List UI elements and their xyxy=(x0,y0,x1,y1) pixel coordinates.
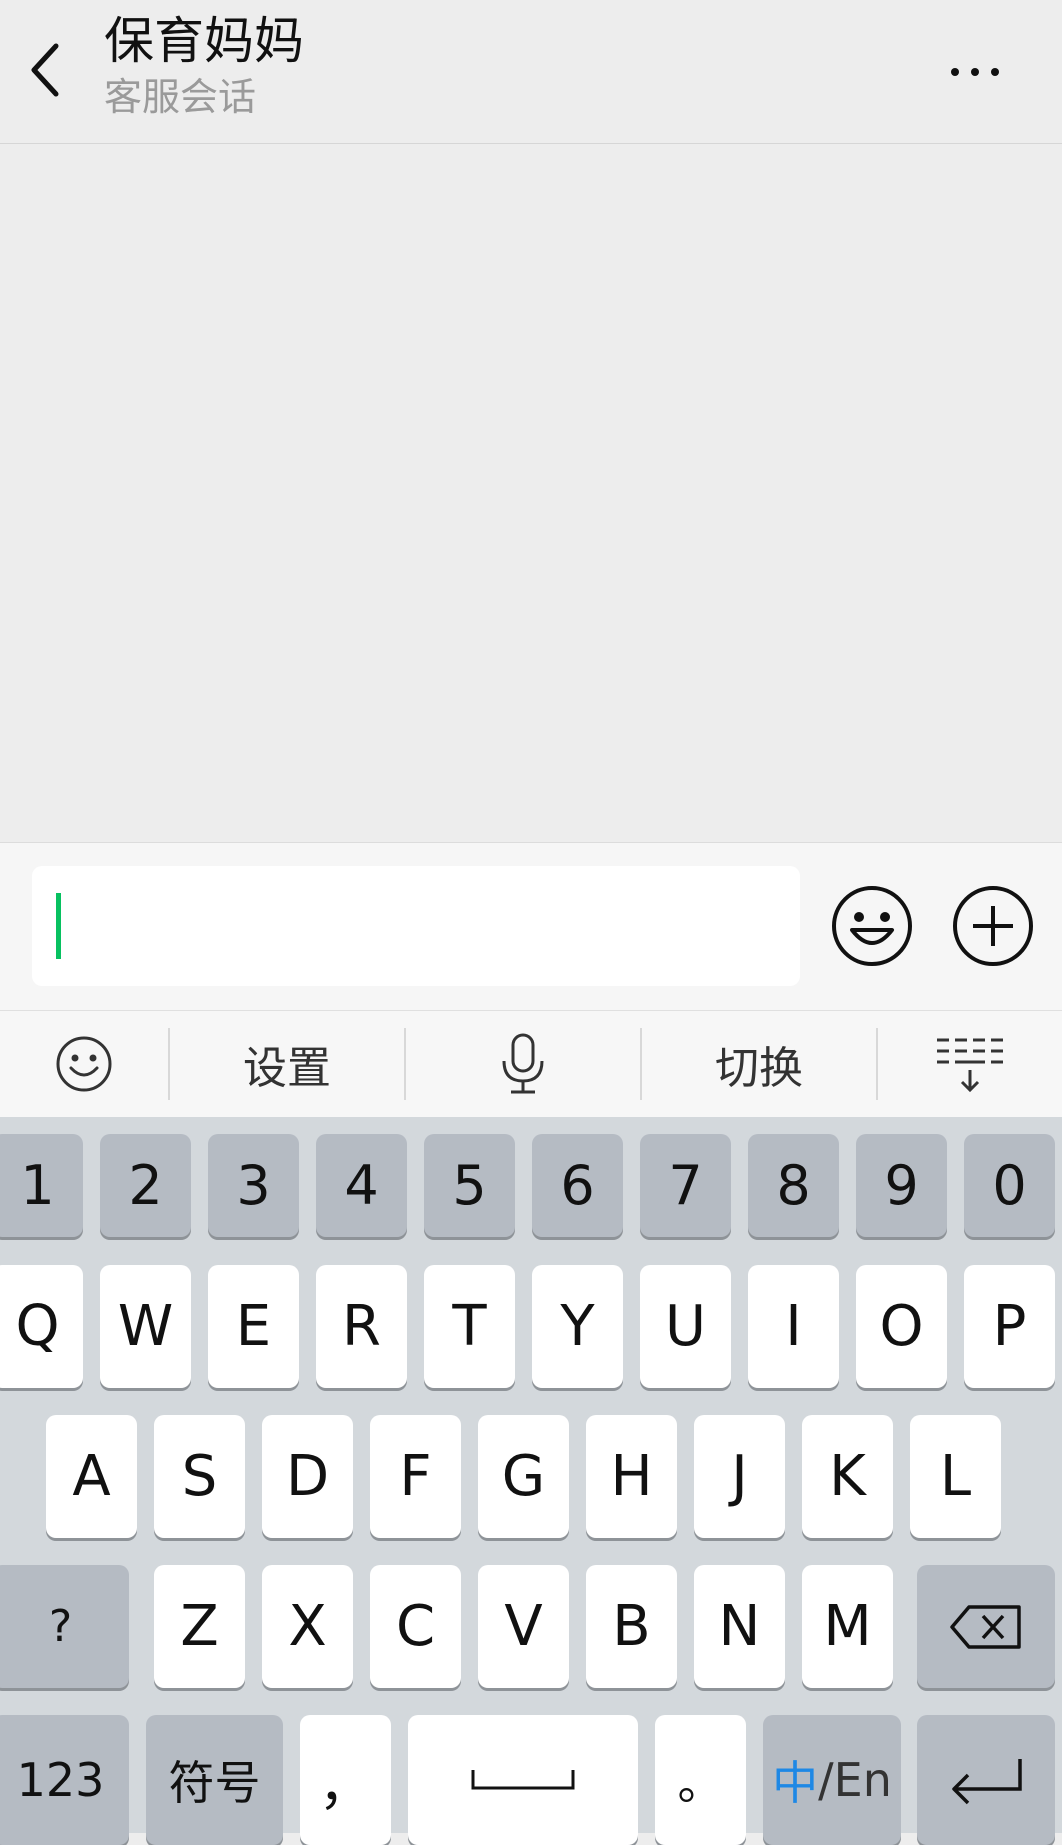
ime-voice-button[interactable] xyxy=(406,1010,640,1117)
key-4[interactable]: 4 xyxy=(316,1134,407,1237)
key-m[interactable]: M xyxy=(802,1565,893,1688)
more-button[interactable] xyxy=(940,50,1010,94)
key-t[interactable]: T xyxy=(424,1265,515,1388)
key-h[interactable]: H xyxy=(586,1415,677,1538)
text-cursor xyxy=(56,893,61,959)
message-input[interactable] xyxy=(32,866,800,986)
key-symbols[interactable]: 符号 xyxy=(146,1715,283,1845)
space-bar-icon xyxy=(471,1770,575,1790)
more-horizontal-icon xyxy=(951,68,999,76)
key-n[interactable]: N xyxy=(694,1565,785,1688)
key-1[interactable]: 1 xyxy=(0,1134,83,1237)
ime-switch-button[interactable]: 切换 xyxy=(642,1010,876,1117)
lang-en-label: /En xyxy=(818,1753,892,1807)
key-3[interactable]: 3 xyxy=(208,1134,299,1237)
key-k[interactable]: K xyxy=(802,1415,893,1538)
key-question[interactable]: ? xyxy=(0,1565,129,1688)
ime-hide-keyboard-button[interactable] xyxy=(878,1010,1062,1117)
plus-circle-icon xyxy=(953,886,1033,966)
key-i[interactable]: I xyxy=(748,1265,839,1388)
key-o[interactable]: O xyxy=(856,1265,947,1388)
key-5[interactable]: 5 xyxy=(424,1134,515,1237)
chat-title: 保育妈妈 xyxy=(104,12,304,70)
chevron-left-icon xyxy=(31,43,59,97)
key-period[interactable]: 。 xyxy=(655,1715,746,1845)
key-q[interactable]: Q xyxy=(0,1265,83,1388)
key-7[interactable]: 7 xyxy=(640,1134,731,1237)
microphone-icon xyxy=(502,1033,544,1093)
message-list[interactable] xyxy=(0,144,1062,842)
key-b[interactable]: B xyxy=(586,1565,677,1688)
delete-key[interactable] xyxy=(917,1565,1055,1688)
key-6[interactable]: 6 xyxy=(532,1134,623,1237)
key-2[interactable]: 2 xyxy=(100,1134,191,1237)
key-lang-switch[interactable]: 中/En xyxy=(763,1715,901,1845)
key-f[interactable]: F xyxy=(370,1415,461,1538)
lang-zh-label: 中 xyxy=(772,1756,819,1810)
key-9[interactable]: 9 xyxy=(856,1134,947,1237)
chat-subtitle: 客服会话 xyxy=(104,75,257,119)
key-x[interactable]: X xyxy=(262,1565,353,1688)
key-c[interactable]: C xyxy=(370,1565,461,1688)
key-8[interactable]: 8 xyxy=(748,1134,839,1237)
key-g[interactable]: G xyxy=(478,1415,569,1538)
smiley-icon xyxy=(56,1036,112,1091)
backspace-icon xyxy=(950,1604,1021,1649)
key-s[interactable]: S xyxy=(154,1415,245,1538)
key-enter[interactable] xyxy=(917,1715,1055,1845)
key-v[interactable]: V xyxy=(478,1565,569,1688)
key-j[interactable]: J xyxy=(694,1415,785,1538)
ime-emoji-button[interactable] xyxy=(0,1010,168,1117)
key-123[interactable]: 123 xyxy=(0,1715,129,1845)
return-icon xyxy=(952,1759,1022,1805)
key-p[interactable]: P xyxy=(964,1265,1055,1388)
key-0[interactable]: 0 xyxy=(964,1134,1055,1237)
key-u[interactable]: U xyxy=(640,1265,731,1388)
key-w[interactable]: W xyxy=(100,1265,191,1388)
back-button[interactable] xyxy=(16,35,76,105)
key-z[interactable]: Z xyxy=(154,1565,245,1688)
keyboard-hide-icon xyxy=(937,1038,1003,1092)
key-comma[interactable]: ， xyxy=(300,1715,391,1845)
more-functions-button[interactable] xyxy=(951,884,1035,968)
key-r[interactable]: R xyxy=(316,1265,407,1388)
key-y[interactable]: Y xyxy=(532,1265,623,1388)
smiley-icon xyxy=(832,886,912,966)
ime-settings-button[interactable]: 设置 xyxy=(170,1010,404,1117)
key-a[interactable]: A xyxy=(46,1415,137,1538)
key-d[interactable]: D xyxy=(262,1415,353,1538)
key-l[interactable]: L xyxy=(910,1415,1001,1538)
emoji-button[interactable] xyxy=(830,884,914,968)
key-space[interactable] xyxy=(408,1715,638,1845)
key-e[interactable]: E xyxy=(208,1265,299,1388)
